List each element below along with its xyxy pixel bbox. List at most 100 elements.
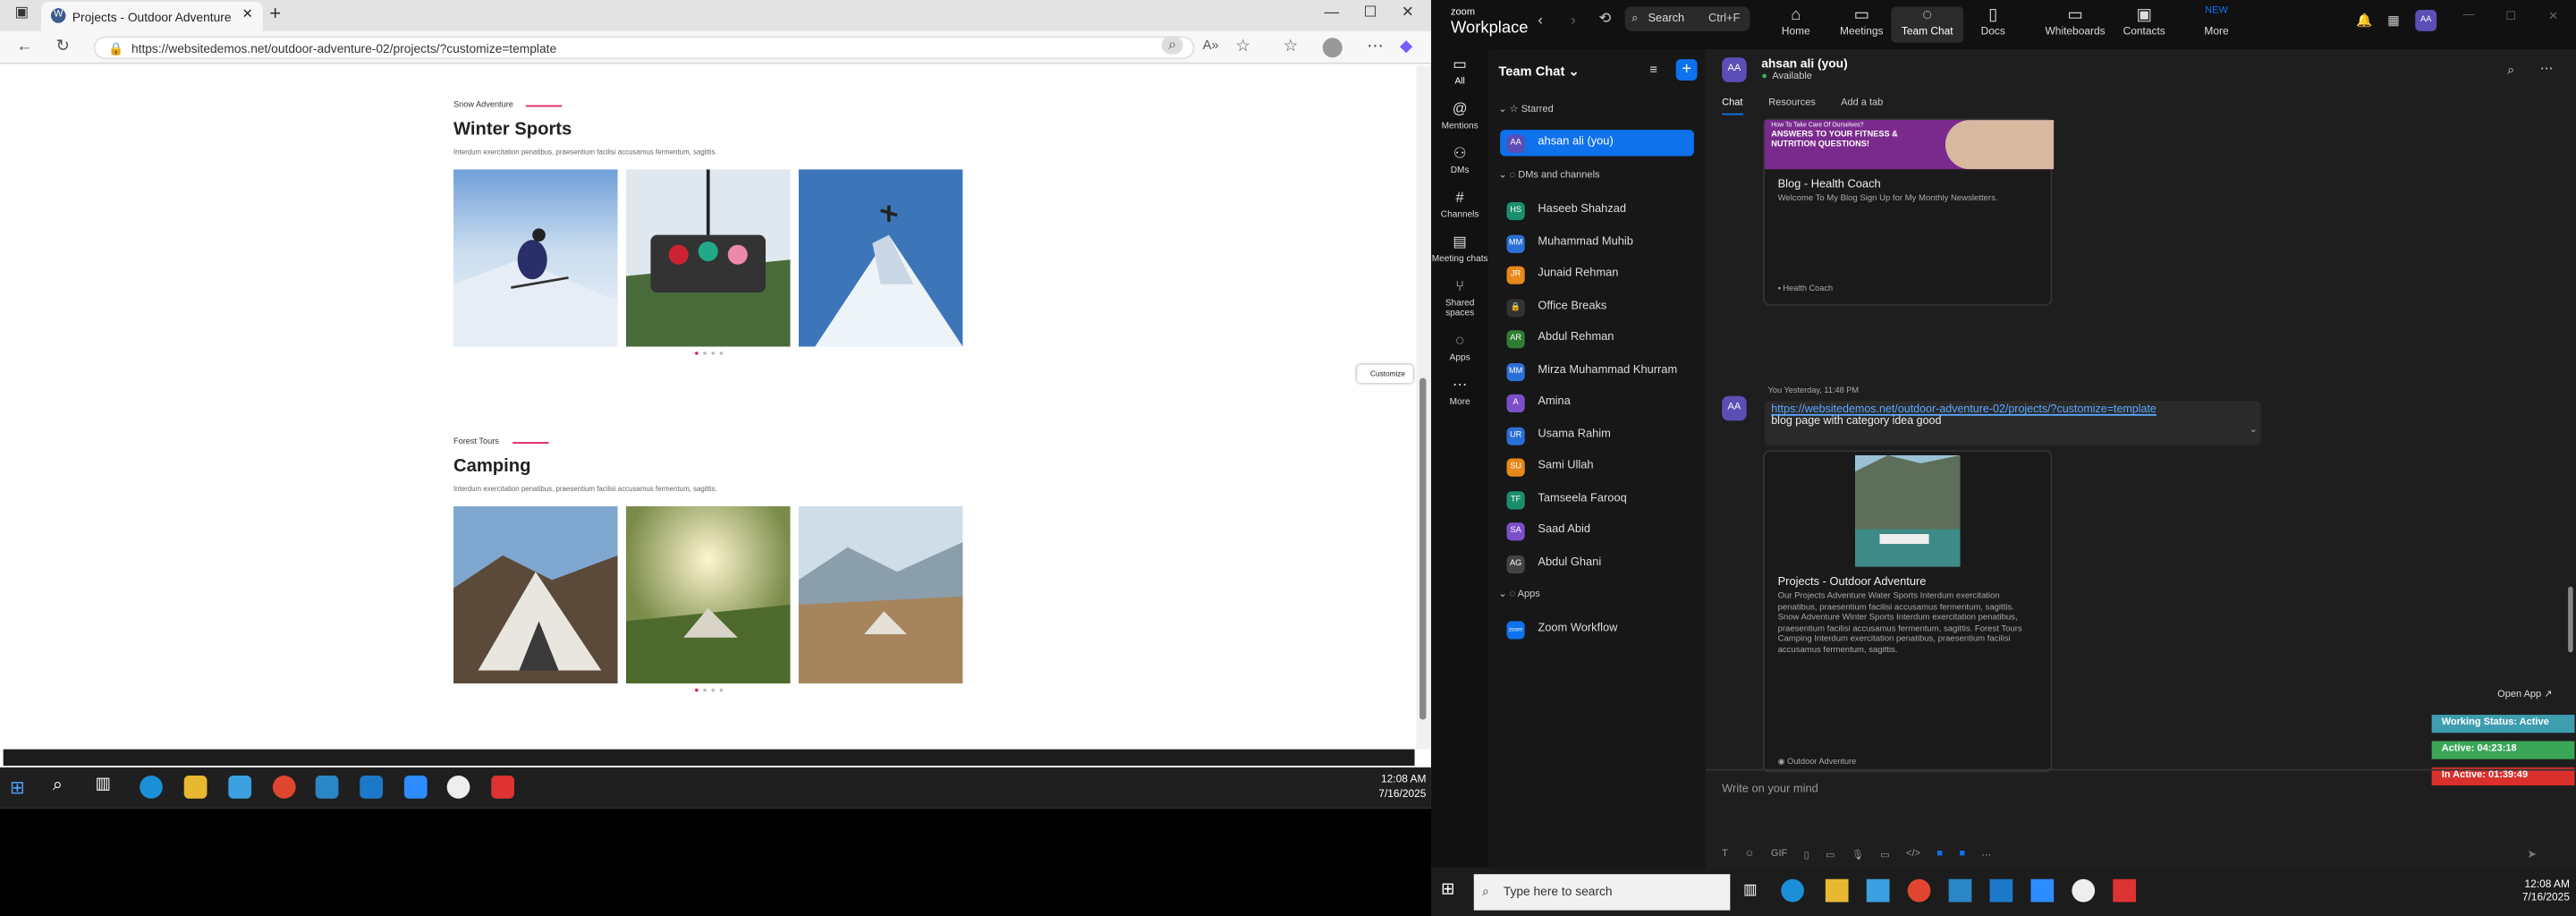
customize-button[interactable]: Customize [1357,364,1413,383]
apps-header[interactable]: ⌄ ◌ Apps [1498,589,1539,599]
contact-item[interactable]: MM Muhammad Muhib [1500,229,1694,255]
snow-peak-image[interactable] [798,169,963,347]
task-view-icon[interactable]: ▥ [1743,881,1758,899]
new-tab-icon[interactable]: + [269,2,281,25]
zoom-icon[interactable] [2030,878,2055,903]
chrome-icon[interactable] [1907,878,1931,903]
tab-actions-icon[interactable]: ▣ [15,4,30,21]
app-icon[interactable] [1948,878,1972,903]
scrollbar-thumb[interactable] [2568,586,2573,653]
minimize-icon[interactable]: — [1325,4,1340,20]
close-icon[interactable]: ✕ [2548,10,2558,23]
vscode-icon[interactable] [1989,878,2013,903]
app-icon[interactable]: ■ [1936,850,1943,861]
chevron-down-icon[interactable]: ⌄ [2250,424,2258,436]
contact-item[interactable]: SU Sami Ullah [1500,454,1694,479]
skier-image[interactable] [453,169,618,347]
screenshot-icon[interactable]: ▭ [1826,850,1835,861]
back-icon[interactable]: ← [16,38,32,55]
sunset-tent-image[interactable] [625,505,791,684]
contact-item[interactable]: TF Tamseela Farooq [1500,486,1694,512]
tab-chat[interactable]: Chat [1722,98,1743,115]
forward-icon[interactable]: › [1571,12,1576,28]
file-explorer-icon[interactable] [183,776,208,799]
rail-channels[interactable]: # Channels [1431,190,1488,220]
panel-title[interactable]: Team Chat ⌄ [1498,64,1579,80]
bell-icon[interactable]: 🔔 [2356,13,2372,29]
scrollbar-thumb[interactable] [1419,377,1427,720]
start-icon[interactable]: ⊞ [1441,881,1454,899]
mountain-tent-image[interactable] [798,505,963,684]
rail-meeting-chats[interactable]: ▤ Meeting chats [1431,234,1488,265]
rail-all[interactable]: ▭ All [1431,56,1488,87]
link-preview-card[interactable]: How To Take Care Of Ourselves? ANSWERS T… [1763,118,2055,306]
nav-home[interactable]: ⌂ Home [1759,6,1832,38]
contact-item[interactable]: JR Junaid Rehman [1500,261,1694,287]
read-aloud-icon[interactable]: A» [1203,38,1219,53]
url-field[interactable]: 🔒 https://websitedemos.net/outdoor-adven… [93,36,1195,60]
store-icon[interactable] [228,776,252,799]
vscode-icon[interactable] [360,776,383,799]
message-link[interactable]: https://websitedemos.net/outdoor-adventu… [1771,404,2254,416]
profile-icon[interactable] [1322,38,1343,58]
format-icon[interactable]: T [1722,850,1728,861]
settings-more-icon[interactable]: ⋯ [1367,38,1383,55]
close-tab-icon[interactable]: ✕ [242,6,253,21]
browser-tab[interactable]: W Projects - Outdoor Adventure ✕ [40,1,263,31]
close-window-icon[interactable]: ✕ [1402,4,1414,21]
nav-meetings[interactable]: ▭ Meetings [1826,6,1898,38]
open-app-button[interactable]: Open App ↗ [2497,689,2552,700]
back-icon[interactable]: ‹ [1538,12,1543,28]
chairlift-image[interactable] [625,169,791,347]
chat-scrollbar[interactable] [2566,118,2575,806]
zoom-icon[interactable]: ⌕ [1161,36,1183,55]
page-scrollbar[interactable] [1416,65,1431,750]
app-icon[interactable] [2113,878,2137,903]
contact-item[interactable]: MM Mirza Muhammad Khurram [1500,358,1694,384]
zoom-icon[interactable] [403,776,428,799]
apps-icon[interactable]: ▦ [2387,13,2400,29]
nav-team-chat[interactable]: ◌ Team Chat [1891,6,1964,43]
contact-item[interactable]: UR Usama Rahim [1500,421,1694,447]
history-icon[interactable]: ⟲ [1598,10,1611,28]
zoom-workflow-item[interactable]: zoom Zoom Workflow [1500,616,1694,642]
contact-item[interactable]: A Amina [1500,389,1694,415]
nav-whiteboards[interactable]: ▭ Whiteboards [2034,6,2116,38]
rail-dms[interactable]: ⚇ DMs [1431,146,1488,176]
message-input[interactable]: Write on your mind [1722,784,1818,795]
rail-shared-spaces[interactable]: ⑂ Shared spaces [1431,278,1488,318]
copilot-icon[interactable]: ◆ [1400,38,1412,55]
send-icon[interactable]: ➤ [2527,848,2537,861]
app-icon[interactable] [446,776,470,799]
search-icon[interactable]: ⌕ [53,776,76,799]
emoji-icon[interactable]: ☺ [1744,850,1754,861]
tent-image[interactable] [453,505,618,684]
new-chat-button[interactable]: + [1675,59,1698,81]
code-icon[interactable]: </> [1906,850,1920,861]
tab-resources[interactable]: Resources [1768,98,1816,108]
dms-header[interactable]: ⌄ ◌ DMs and channels [1498,169,1599,181]
refresh-icon[interactable]: ↻ [55,38,69,55]
search-icon[interactable]: ⌕ [2507,63,2514,79]
more-icon[interactable]: ⋯ [1981,850,1991,861]
avatar[interactable]: AA [2415,10,2437,31]
contact-self[interactable]: AA ahsan ali (you) [1500,130,1694,157]
maximize-icon[interactable]: ☐ [1364,4,1377,21]
file-explorer-icon[interactable] [1825,878,1849,903]
app-icon[interactable] [315,776,339,799]
contact-item[interactable]: HS Haseeb Shahzad [1500,197,1694,223]
minimize-icon[interactable]: — [2463,10,2475,21]
filter-icon[interactable]: ≡ [1649,63,1657,78]
search-box[interactable]: ⌕ Search Ctrl+F [1624,6,1750,31]
app-icon[interactable] [2072,878,2096,903]
starred-header[interactable]: ⌄ ☆ Starred [1498,104,1553,115]
chat-name[interactable]: ahsan ali (you) [1761,55,1847,71]
contact-item[interactable]: AR Abdul Rehman [1500,326,1694,352]
rail-mentions[interactable]: @ Mentions [1431,101,1488,131]
app-icon[interactable] [491,776,514,799]
tab-add[interactable]: Add a tab [1841,98,1883,108]
store-icon[interactable] [1866,878,1890,903]
nav-contacts[interactable]: ▣ Contacts [2108,6,2181,38]
start-icon[interactable]: ⊞ [10,777,33,801]
rail-apps[interactable]: ◌ Apps [1431,333,1488,363]
